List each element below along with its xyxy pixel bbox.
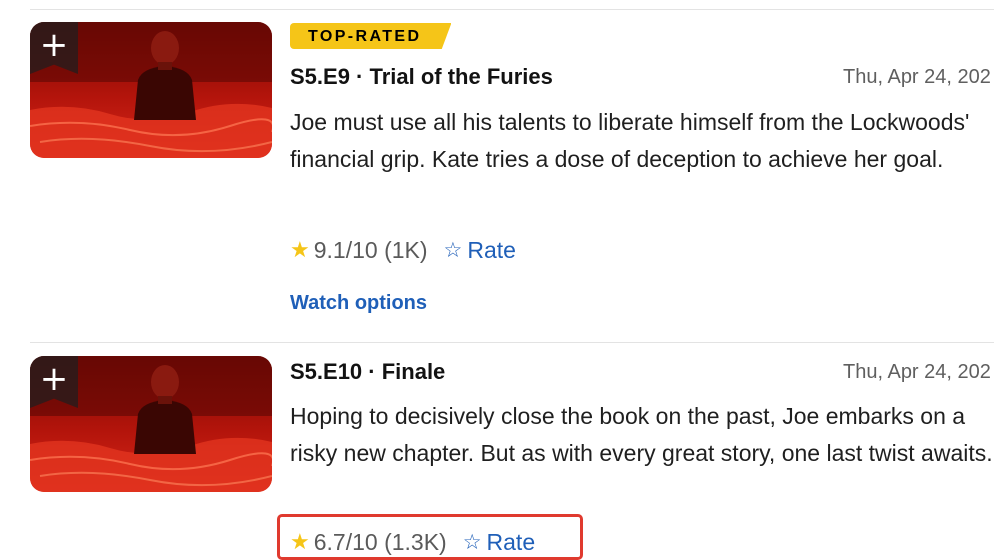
episode-description: Joe must use all his talents to liberate… [290,109,970,172]
plus-icon: + [39,25,69,65]
rating-highlight-box [277,514,583,560]
star-icon: ★ [290,237,310,263]
episode-date: Thu, Apr 24, 202 [843,361,991,383]
episode-description: Hoping to decisively close the book on t… [290,403,993,466]
episode-thumbnail[interactable]: + [30,356,272,492]
episode-thumbnail[interactable]: + [30,22,272,158]
top-divider [30,9,994,10]
rate-label: Rate [467,236,516,263]
rating-row: ★ 9.1/10 (1K) ☆ Rate [290,234,516,266]
episode-date: Thu, Apr 24, 202 [843,66,991,88]
episode-title[interactable]: S5.E10 · Finale [290,359,445,385]
top-rated-badge: TOP-RATED [290,23,452,49]
episode-divider [30,342,994,343]
plus-icon: + [39,359,69,399]
star-outline-icon: ☆ [443,238,463,262]
rating-value: 9.1/10 (1K) [313,236,428,263]
episode-title[interactable]: S5.E9 · Trial of the Furies [290,64,553,90]
watch-options-link[interactable]: Watch options [290,292,427,315]
rate-button[interactable]: ☆ Rate [444,237,516,264]
